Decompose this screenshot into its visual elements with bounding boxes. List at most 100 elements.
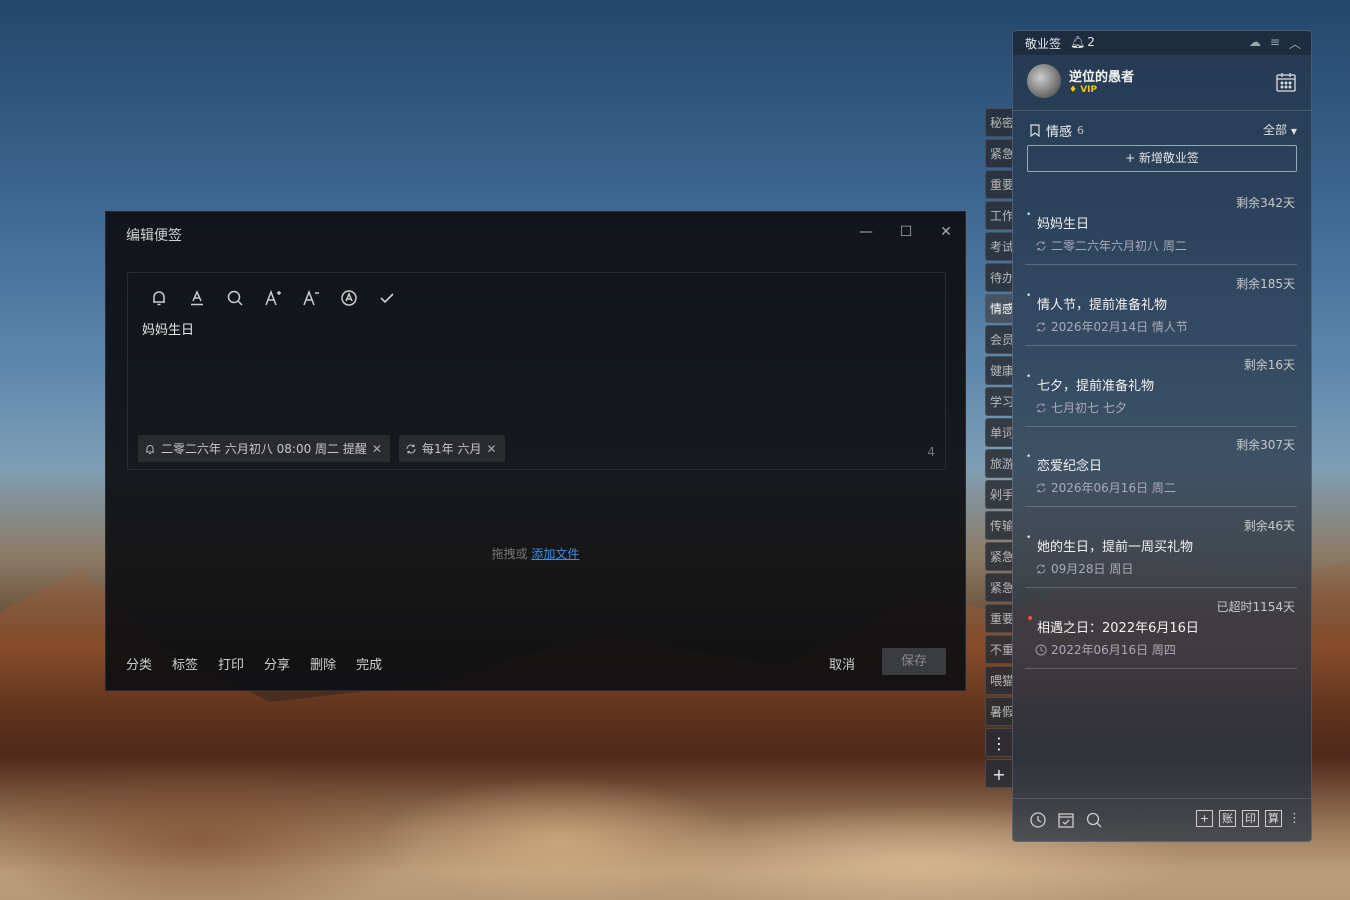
minimize-button[interactable]: — (856, 222, 876, 242)
checklist-icon[interactable] (1057, 811, 1075, 829)
vip-label: VIP (1080, 85, 1098, 95)
remove-repeat-icon[interactable]: ✕ (486, 442, 496, 456)
reminder-tag[interactable]: 二零二六年 六月初八 08:00 周二 提醒 ✕ (138, 435, 390, 462)
avatar[interactable] (1027, 64, 1061, 98)
calendar-icon[interactable] (1275, 71, 1297, 93)
tab-category[interactable]: 单词 (985, 418, 1012, 447)
share-button[interactable]: 分享 (264, 654, 290, 673)
divider (1013, 110, 1311, 111)
more-icon[interactable]: ⋮ (1288, 811, 1301, 826)
clock-icon[interactable] (1029, 811, 1047, 829)
remove-reminder-icon[interactable]: ✕ (372, 442, 382, 456)
item-title: 妈妈生日 (1026, 210, 1089, 232)
font-increase-icon[interactable] (262, 287, 284, 309)
cloud-sync-icon[interactable]: ☁ (1249, 35, 1261, 52)
category-name: 情感 (1046, 125, 1073, 140)
add-tab-icon[interactable]: + (985, 759, 1012, 788)
tab-category[interactable]: 紧急 (985, 139, 1012, 168)
tab-category[interactable]: 旅游 (985, 449, 1012, 478)
tab-category[interactable]: 秘密 (985, 108, 1012, 137)
item-date: 2026年06月16日 周二 (1035, 479, 1176, 496)
add-file-link[interactable]: 添加文件 (531, 547, 579, 561)
note-content[interactable]: 妈妈生日 (142, 319, 194, 338)
item-title: 恋爱纪念日 (1026, 452, 1102, 474)
panel-controls: ☁ ≡ ︿ (1249, 35, 1301, 52)
panel-titlebar: 敬业签 🔔︎ 2 ☁ ≡ ︿ (1013, 31, 1311, 55)
tab-category[interactable]: 传输 (985, 511, 1012, 540)
tab-category[interactable]: 重要 (985, 170, 1012, 199)
divider (1025, 264, 1297, 265)
search-icon[interactable] (224, 287, 246, 309)
format-toolbar (148, 287, 398, 309)
tab-category[interactable]: 健康 (985, 356, 1012, 385)
tab-category[interactable]: 会员 (985, 325, 1012, 354)
list-item[interactable]: 剩余307天 恋爱纪念日 2026年06月16日 周二 (1025, 436, 1297, 516)
new-note-button[interactable]: + 新增敬业签 (1027, 145, 1297, 172)
tab-category-active[interactable]: 情感 (985, 294, 1012, 323)
save-button[interactable]: 保存 (882, 648, 946, 675)
item-date: 2026年02月14日 情人节 (1035, 318, 1188, 335)
list-item[interactable]: 剩余16天 七夕，提前准备礼物 七月初七 七夕 (1025, 356, 1297, 436)
tab-category[interactable]: 工作 (985, 201, 1012, 230)
maximize-button[interactable]: ☐ (896, 222, 916, 242)
font-decrease-icon[interactable] (300, 287, 322, 309)
list-item[interactable]: 剩余342天 妈妈生日 二零二六年六月初八 周二 (1025, 194, 1297, 274)
reminder-bell-icon[interactable] (148, 287, 170, 309)
tab-category[interactable]: 暑假 (985, 697, 1012, 726)
close-button[interactable]: ✕ (936, 222, 956, 242)
tab-category[interactable]: 学习 (985, 387, 1012, 416)
tab-category[interactable]: 紧急 (985, 573, 1012, 602)
item-title: 情人节，提前准备礼物 (1026, 291, 1167, 313)
chevron-down-icon: ▼ (1290, 127, 1297, 136)
ledger-button[interactable]: 账 (1219, 810, 1236, 827)
tab-category[interactable]: 喂猫 (985, 666, 1012, 695)
vip-badge: ♦ VIP (1069, 85, 1098, 95)
repeat-icon (1036, 322, 1046, 331)
current-category[interactable]: 情感 6 (1029, 121, 1084, 140)
collapse-icon[interactable]: ︿ (1289, 35, 1301, 52)
delete-button[interactable]: 删除 (310, 654, 336, 673)
list-item-overdue[interactable]: 已超时1154天 相遇之日：2022年6月16日 2022年06月16日 周四 (1025, 598, 1297, 678)
remaining-days: 剩余46天 (1243, 519, 1295, 533)
checkmark-icon[interactable] (376, 287, 398, 309)
category-button[interactable]: 分类 (126, 654, 152, 673)
repeat-tag[interactable]: 每1年 六月 ✕ (399, 435, 505, 462)
username[interactable]: 逆位的愚者 (1069, 66, 1134, 85)
panel-footer: + 账 印 算 ⋮ (1013, 798, 1311, 841)
category-tabs: 秘密 紧急 重要 工作 考试 待办 情感 会员 健康 学习 单词 旅游 剁手 传… (985, 108, 1012, 790)
print-button[interactable]: 印 (1242, 810, 1259, 827)
done-button[interactable]: 完成 (356, 654, 382, 673)
tab-category[interactable]: 考试 (985, 232, 1012, 261)
repeat-icon (1036, 483, 1046, 492)
text-style-icon[interactable] (338, 287, 360, 309)
note-editor-area[interactable]: 妈妈生日 二零二六年 六月初八 08:00 周二 提醒 ✕ 每1年 六月 ✕ 4 (127, 272, 946, 470)
add-icon[interactable]: + (1196, 810, 1213, 827)
editor-actions: 分类 标签 打印 分享 删除 完成 (126, 654, 382, 673)
tab-category[interactable]: 重要 (985, 604, 1012, 633)
file-drop-zone[interactable]: 拖拽或 添加文件 (106, 545, 965, 562)
tab-category[interactable]: 不重 (985, 635, 1012, 664)
cancel-button[interactable]: 取消 (829, 654, 855, 673)
tag-button[interactable]: 标签 (172, 654, 198, 673)
remaining-days: 剩余342天 (1236, 196, 1295, 210)
window-title: 编辑便签 (126, 228, 182, 244)
menu-icon[interactable]: ≡ (1270, 35, 1280, 52)
char-count: 4 (927, 445, 935, 459)
list-item[interactable]: 剩余46天 她的生日，提前一周买礼物 09月28日 周日 (1025, 517, 1297, 597)
notification-bell[interactable]: 🔔︎ 2 (1070, 35, 1095, 49)
divider (1025, 506, 1297, 507)
calculator-button[interactable]: 算 (1265, 810, 1282, 827)
tab-category[interactable]: 剁手 (985, 480, 1012, 509)
notification-count: 2 (1087, 35, 1095, 49)
list-item[interactable]: 剩余185天 情人节，提前准备礼物 2026年02月14日 情人节 (1025, 275, 1297, 355)
bell-icon: 🔔︎ (1070, 35, 1086, 49)
drop-text: 拖拽或 (491, 547, 528, 561)
more-tabs-icon[interactable]: ⋮ (985, 728, 1012, 757)
print-button[interactable]: 打印 (218, 654, 244, 673)
tab-category[interactable]: 待办 (985, 263, 1012, 292)
filter-dropdown[interactable]: 全部 ▼ (1263, 121, 1297, 138)
tab-category[interactable]: 紧急 (985, 542, 1012, 571)
bell-icon (146, 444, 154, 454)
text-color-icon[interactable] (186, 287, 208, 309)
search-icon[interactable] (1085, 811, 1103, 829)
